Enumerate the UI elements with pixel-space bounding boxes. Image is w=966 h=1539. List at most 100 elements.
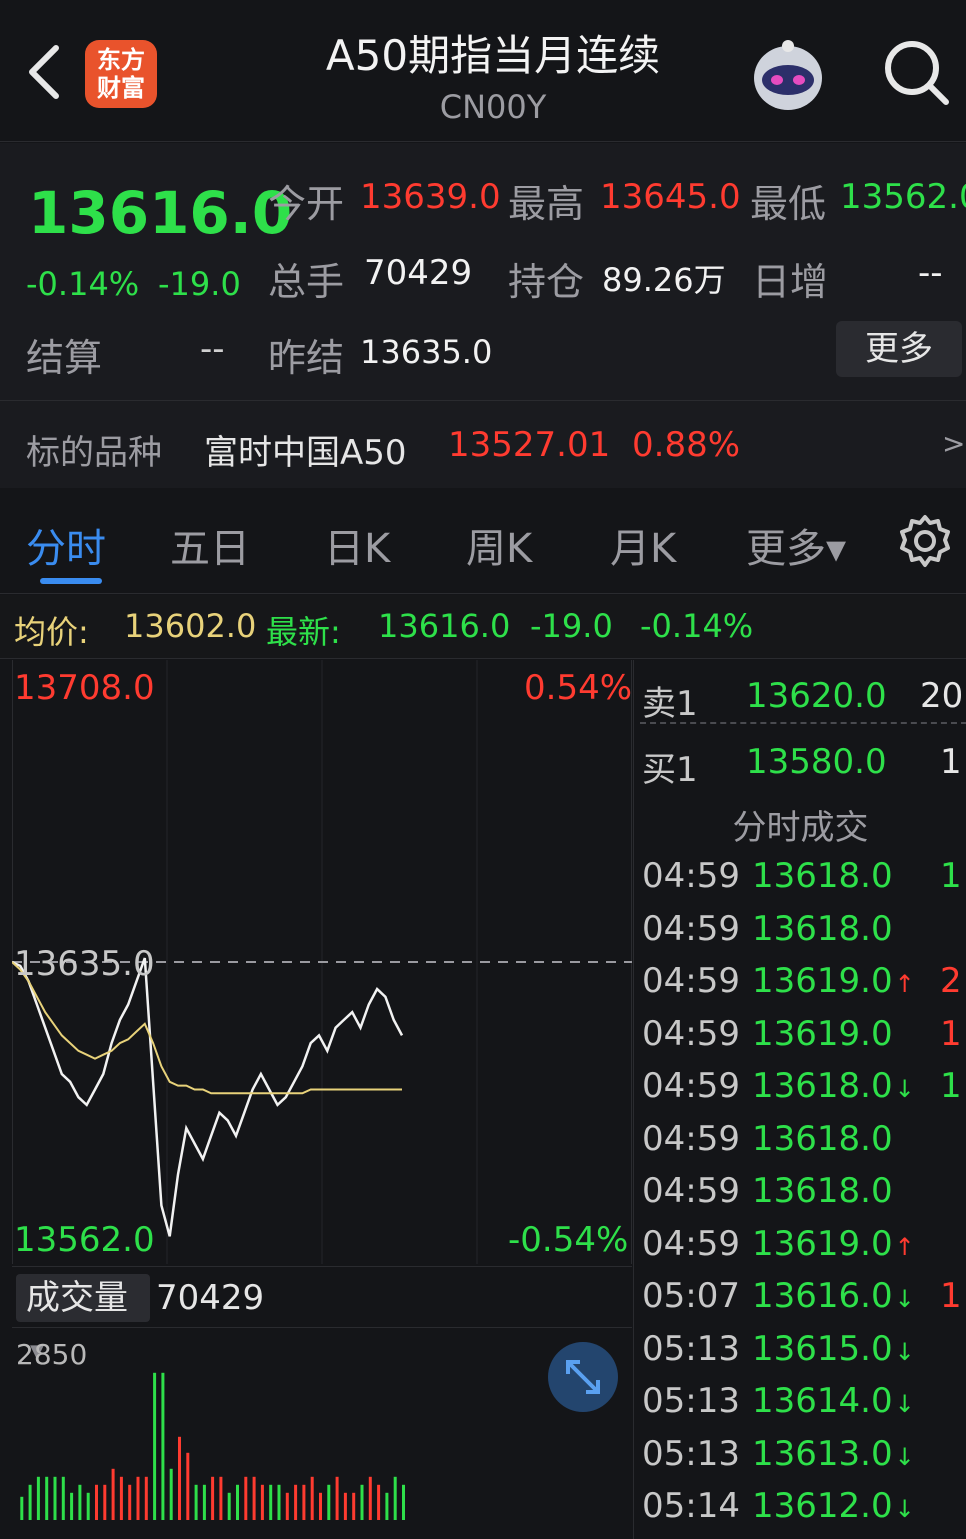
volume-bar: [61, 1476, 65, 1520]
trade-row: 05:13 13613.0↓: [634, 1434, 966, 1486]
low-label: 最低: [750, 182, 827, 226]
ask1-label: 卖1: [642, 684, 698, 724]
volume-bar: [194, 1484, 198, 1520]
trade-price: 13619.0↑: [752, 1223, 915, 1264]
contract-code: CN00Y: [439, 88, 547, 126]
more-quote-button[interactable]: 更多: [836, 321, 962, 377]
arrow-down-icon: ↓: [894, 1337, 915, 1366]
tab-more[interactable]: 更多▾: [746, 516, 846, 574]
volume-bar: [393, 1476, 397, 1520]
volume-bar: [327, 1484, 331, 1520]
ask1-volume: 20: [920, 676, 964, 716]
app-logo[interactable]: 东方 财富: [85, 40, 157, 108]
volume-bar: [103, 1484, 107, 1520]
avg-price-value: 13602.0: [124, 607, 257, 645]
chevron-right-icon[interactable]: >: [942, 427, 965, 460]
trade-time: 05:14: [642, 1486, 740, 1526]
volume-bar: [368, 1476, 372, 1520]
volume-bar: [153, 1372, 157, 1520]
open-value: 13639.0: [360, 177, 501, 217]
trade-row: 04:59 13618.0: [634, 1171, 966, 1223]
y-axis-high-price: 13708.0: [14, 668, 155, 708]
high-label: 最高: [508, 182, 585, 226]
volume-bar: [236, 1484, 239, 1520]
trade-price: 13618.0: [752, 1118, 893, 1159]
volume-bar: [294, 1484, 298, 1520]
ask1-price: 13620.0: [746, 676, 887, 716]
gear-icon[interactable]: [898, 514, 952, 568]
tab-five-day[interactable]: 五日: [170, 516, 250, 574]
volume-bar: [178, 1436, 181, 1520]
volume-bar: [45, 1476, 49, 1520]
trade-price: 13614.0↓: [752, 1381, 915, 1421]
arrow-down-icon: ↓: [894, 1442, 915, 1471]
settle-label: 结算: [26, 336, 103, 380]
quote-panel: 13616.0 -0.14% -19.0 今开 13639.0 最高 13645…: [0, 143, 966, 488]
volume-bar: [136, 1476, 140, 1520]
trade-row: 04:59 13618.0: [634, 909, 966, 961]
volume-bar: [310, 1476, 314, 1520]
trade-price: 13619.0: [752, 1013, 893, 1054]
last-change-percent: -0.14%: [640, 607, 754, 645]
volume-bar: [36, 1476, 40, 1520]
volume-bar: [111, 1468, 115, 1520]
y-axis-low-percent: -0.54%: [508, 1220, 629, 1260]
assistant-robot-icon[interactable]: [744, 36, 832, 116]
trade-time: 05:13: [642, 1381, 740, 1421]
back-icon[interactable]: [18, 36, 70, 108]
volume-label: 总手: [268, 260, 345, 304]
prev-close-price: 13635.0: [14, 944, 155, 984]
prev-settle-value: 13635.0: [360, 333, 493, 371]
volume-bar: [302, 1484, 306, 1520]
trade-row: 04:59 13619.0 1: [634, 1014, 966, 1066]
volume-bar: [285, 1492, 289, 1520]
last-change-value: -19.0: [530, 607, 613, 645]
prev-settle-label: 昨结: [268, 336, 345, 380]
last-price-value: 13616.0: [378, 607, 511, 645]
avg-price-label: 均价:: [14, 613, 89, 651]
trade-price: 13618.0: [752, 856, 893, 896]
volume-bar: [95, 1484, 98, 1520]
trade-row: 05:13 13614.0↓: [634, 1381, 966, 1433]
trade-time: 05:13: [642, 1433, 740, 1474]
open-interest-value: 89.26万: [602, 261, 726, 299]
search-icon[interactable]: [880, 36, 952, 108]
underlying-name[interactable]: 富时中国A50: [204, 425, 407, 474]
expand-icon[interactable]: [548, 1342, 618, 1412]
bid1-label: 买1: [642, 750, 698, 790]
price-info-bar: 均价: 13602.0 最新: 13616.0 -19.0 -0.14%: [0, 595, 966, 659]
trades-title: 分时成交: [732, 808, 869, 848]
trade-volume: 1: [940, 1013, 962, 1054]
volume-bar: [319, 1492, 322, 1520]
price-series-line: [12, 957, 404, 1237]
volume-bar: [377, 1484, 381, 1520]
trade-price: 13613.0↓: [752, 1433, 915, 1474]
open-interest-label: 持仓: [508, 260, 585, 304]
tab-weekly-k[interactable]: 周K: [466, 516, 532, 574]
indicator-select[interactable]: 成交量 ▼: [16, 1274, 150, 1362]
daily-increase-label: 日增: [752, 260, 829, 304]
trade-time: 04:59: [642, 908, 740, 949]
trade-price: 13618.0: [752, 1171, 893, 1211]
volume-bar: [186, 1452, 190, 1520]
volume-bar: [352, 1492, 356, 1520]
volume-total: 70429: [156, 1278, 265, 1318]
y-axis-low-price: 13562.0: [14, 1220, 155, 1260]
volume-bar: [343, 1492, 347, 1520]
tab-intraday[interactable]: 分时: [26, 516, 106, 574]
trade-time: 04:59: [642, 1118, 740, 1159]
trade-volume: 2: [940, 961, 962, 1001]
volume-bar: [360, 1484, 364, 1520]
page-title: A50期指当月连续: [325, 31, 661, 80]
tab-daily-k[interactable]: 日K: [324, 516, 390, 574]
arrow-down-icon: ↓: [894, 1075, 915, 1103]
logo-text-line1: 东方: [97, 46, 145, 74]
open-label: 今开: [268, 182, 345, 226]
volume-bar: [402, 1484, 405, 1520]
arrow-down-icon: ↓: [894, 1390, 915, 1418]
chart-tabs: 分时 五日 日K 周K 月K 更多▾: [0, 488, 966, 594]
volume-bar: [28, 1484, 32, 1520]
volume-bar: [227, 1492, 231, 1520]
underlying-label: 标的品种: [26, 433, 162, 473]
tab-monthly-k[interactable]: 月K: [610, 516, 676, 574]
